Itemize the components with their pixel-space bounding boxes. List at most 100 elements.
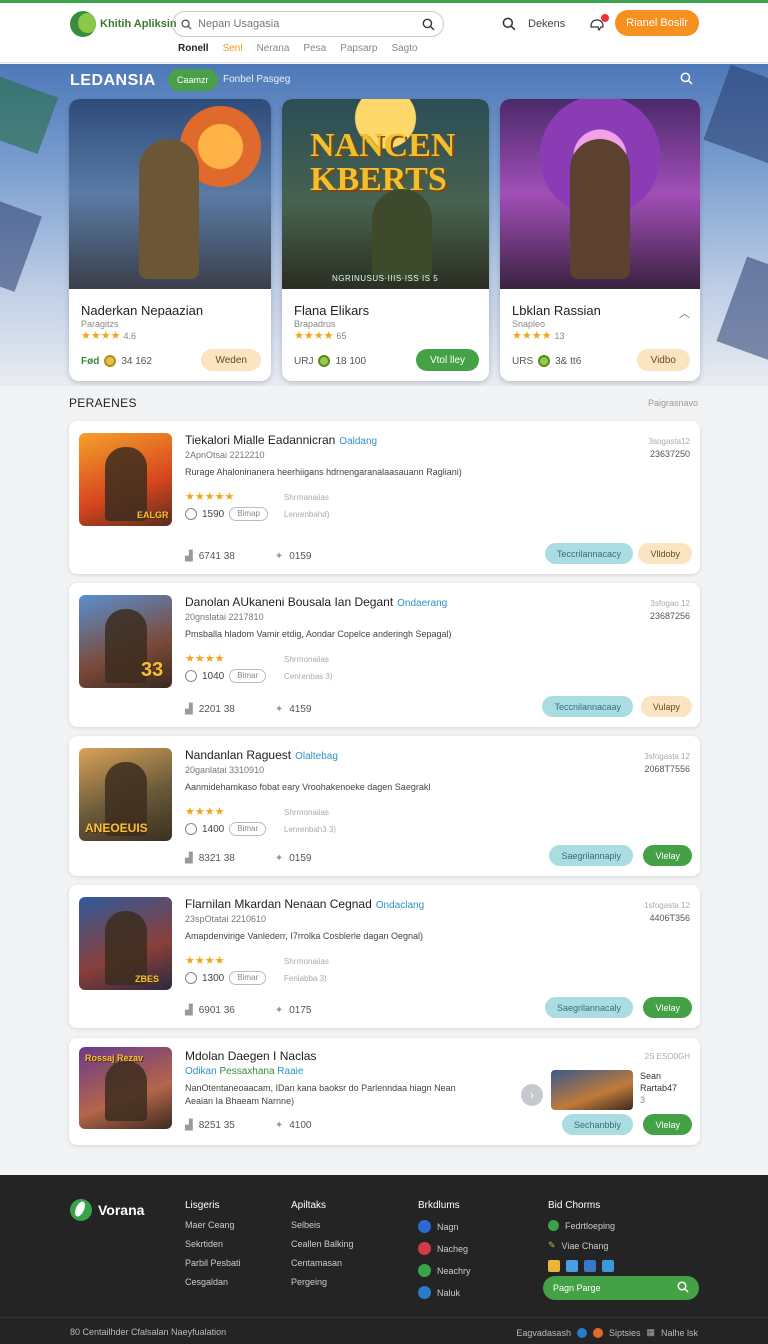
nav-item-2[interactable]: Senl	[223, 43, 243, 54]
footer-logo[interactable]: Vorana	[70, 1199, 144, 1221]
primary-action-button[interactable]: Vlelay	[643, 845, 692, 866]
carousel-next-button[interactable]: ›	[521, 1084, 543, 1106]
secondary-action-button[interactable]: Teccrilannacacy	[544, 543, 633, 564]
game-list-item[interactable]: 33 Danolan AUkaneni Bousala Ian Degant On…	[69, 583, 700, 727]
game-title[interactable]: Danolan AUkaneni Bousala Ian Degant Ondae…	[185, 595, 447, 609]
footer-column: Brkdlums Nagn Nacheg Neachry Naluk	[418, 1200, 471, 1299]
secondary-action-button[interactable]: Teccnilannacaay	[542, 696, 633, 717]
game-list-item[interactable]: EALGR Tiekalori Mialle Eadannicran Oaldan…	[69, 421, 700, 574]
item-meta-value: 4406T356	[649, 913, 690, 923]
item-meta-top: 1sfogasta 12	[644, 901, 690, 910]
game-title[interactable]: Tiekalori Mialle Eadannicran Oaldang	[185, 433, 377, 447]
search-bar[interactable]	[172, 11, 444, 37]
featured-card[interactable]: Lbklan Rassian ︿ Snapleo ★★★★ 13 URS 3& tt…	[500, 99, 700, 381]
primary-action-button[interactable]: Vlldoby	[638, 543, 692, 564]
hero-search-icon[interactable]	[680, 72, 693, 90]
featured-card-button[interactable]: Vtol lley	[415, 349, 479, 371]
footer-link[interactable]: Pergeing	[291, 1277, 354, 1287]
featured-card-button[interactable]: Weden	[201, 349, 261, 371]
search-icon	[677, 1281, 689, 1295]
footer-search-button[interactable]: Pagn Parge	[543, 1276, 699, 1300]
hero-tab[interactable]: Fonbel Pasgeg	[223, 74, 290, 85]
primary-cta-button[interactable]: Rianel Bosilr	[615, 10, 699, 36]
game-thumbnail[interactable]: 33	[79, 595, 172, 688]
footer-social-link[interactable]: Neachry	[418, 1264, 471, 1277]
star-rating: ★★★★ 4.6	[81, 330, 136, 342]
footer-link[interactable]: Ceallen Balking	[291, 1239, 354, 1249]
footer-bottom-link[interactable]: Siptsies	[609, 1328, 641, 1338]
footer-link[interactable]: Cesgaldan	[185, 1277, 241, 1287]
chevron-up-icon[interactable]: ︿	[679, 305, 690, 321]
game-thumbnail[interactable]: ZBES	[79, 897, 172, 990]
nav-item-5[interactable]: Papsarp	[340, 43, 377, 54]
star-rating: ★★★★ 65	[294, 330, 347, 342]
share-icon: ✦	[274, 704, 284, 715]
footer-link[interactable]: ✎ Viae Chang	[548, 1240, 615, 1251]
game-thumbnail[interactable]: ANEOEUIS	[79, 748, 172, 841]
featured-card[interactable]: Naderkan Nepaazian Paragitzs ★★★★ 4.6 Fød…	[69, 99, 271, 381]
notification-bell-icon[interactable]	[589, 14, 610, 31]
login-link[interactable]: Dekens	[528, 18, 565, 30]
star-rating: ★★★★	[185, 653, 225, 665]
featured-card[interactable]: NANCEN KBERTS NGRINUSUS·IIIS·ISS IS 5 Fl…	[282, 99, 489, 381]
game-list-item[interactable]: ZBES Flarnilan Mkardan Nenaan Cegnad Onda…	[69, 885, 700, 1028]
footer-social-link[interactable]: Nagn	[418, 1220, 471, 1233]
user-search-icon[interactable]	[502, 17, 516, 31]
game-description: Pmsballa hladom Vamir etdig, Aondar Cope…	[185, 629, 452, 639]
hero-tab-active[interactable]: Caamzr	[168, 69, 218, 91]
thumbs-up-icon: ▟	[185, 1005, 193, 1016]
game-title[interactable]: Mdolan Daegen I Naclas	[185, 1049, 316, 1063]
game-title[interactable]: Nandanlan Raguest Olaltebag	[185, 748, 338, 762]
footer-social-link[interactable]: Naluk	[418, 1286, 471, 1299]
section-view-all-link[interactable]: Paigrasnavo	[648, 398, 698, 408]
item-meta-value: 23687256	[649, 611, 690, 621]
game-title[interactable]: Flarnilan Mkardan Nenaan Cegnad Ondaclang	[185, 897, 424, 911]
app-store-icons[interactable]	[548, 1260, 615, 1272]
grid-icon: ▦	[646, 1327, 655, 1337]
footer-link[interactable]: Sekrtiden	[185, 1239, 241, 1249]
meta-caption: Cenrenbas 3)	[284, 672, 333, 681]
footer-link[interactable]: Maer Ceang	[185, 1220, 241, 1230]
site-logo[interactable]: Khitih Apliksin	[70, 11, 180, 37]
nav-item-3[interactable]: Nerana	[257, 43, 290, 54]
rating-caption: Shrrnonaiias	[284, 808, 329, 817]
footer-link[interactable]: Selbeis	[291, 1220, 354, 1230]
game-list-item[interactable]: ANEOEUIS Nandanlan Raguest Olaltebag 20ga…	[69, 736, 700, 876]
primary-action-button[interactable]: Vlelay	[643, 1114, 692, 1135]
footer-social-link[interactable]: Nacheg	[418, 1242, 471, 1255]
primary-action-button[interactable]: Vulapy	[640, 696, 692, 717]
footer-link[interactable]: Parbil Pesbati	[185, 1258, 241, 1268]
primary-action-button[interactable]: Vlelay	[643, 997, 692, 1018]
game-description: Rurage Ahaloninanera heerhiigans hdrneng…	[185, 467, 462, 477]
footer-bottom-link[interactable]: Nalhe lsk	[661, 1328, 698, 1338]
item-stats: ▟ 6741 38 ✦ 0159	[185, 551, 312, 562]
item-stats: ▟ 6901 36 ✦ 0175	[185, 1005, 312, 1016]
search-submit-icon[interactable]	[422, 18, 435, 31]
footer-link[interactable]: Centamasan	[291, 1258, 354, 1268]
nav-item-6[interactable]: Sagto	[391, 43, 417, 54]
search-input[interactable]	[198, 18, 416, 30]
game-description: Amapdenvirige Vanlederr, I7rrolka Cosble…	[185, 931, 423, 941]
game-thumbnail[interactable]: Rossaj Rezav	[79, 1047, 172, 1129]
clock-icon	[185, 670, 197, 682]
secondary-action-button[interactable]: Saegrilannapiy	[549, 845, 633, 866]
notification-badge	[601, 14, 610, 22]
nav-item-4[interactable]: Pesa	[303, 43, 326, 54]
search-icon	[181, 18, 192, 30]
nav-item-1[interactable]: Ronell	[178, 43, 209, 54]
price-meta: Fød 34 162	[81, 355, 152, 367]
footer-link[interactable]: Fedrtloeping	[548, 1220, 615, 1231]
preview-thumbnail[interactable]	[551, 1070, 633, 1110]
star-rating: ★★★★	[185, 955, 225, 967]
footer-bottom-link[interactable]: Eagvadasash	[516, 1328, 571, 1338]
preview-info: Sean Rartab47 3	[640, 1071, 678, 1105]
game-list-item[interactable]: Rossaj Rezav Mdolan Daegen I Naclas Odik…	[69, 1038, 700, 1145]
whatsapp-icon	[418, 1264, 431, 1277]
secondary-action-button[interactable]: Saegrilannacaly	[544, 997, 633, 1018]
game-date: 23spOtatai 2210610	[185, 914, 267, 924]
section-title: PERAENES	[69, 396, 137, 410]
featured-card-title: Lbklan Rassian	[512, 303, 601, 318]
featured-card-button[interactable]: Vidbo	[636, 349, 690, 371]
secondary-action-button[interactable]: Sechanbbiy	[561, 1114, 633, 1135]
game-thumbnail[interactable]: EALGR	[79, 433, 172, 526]
